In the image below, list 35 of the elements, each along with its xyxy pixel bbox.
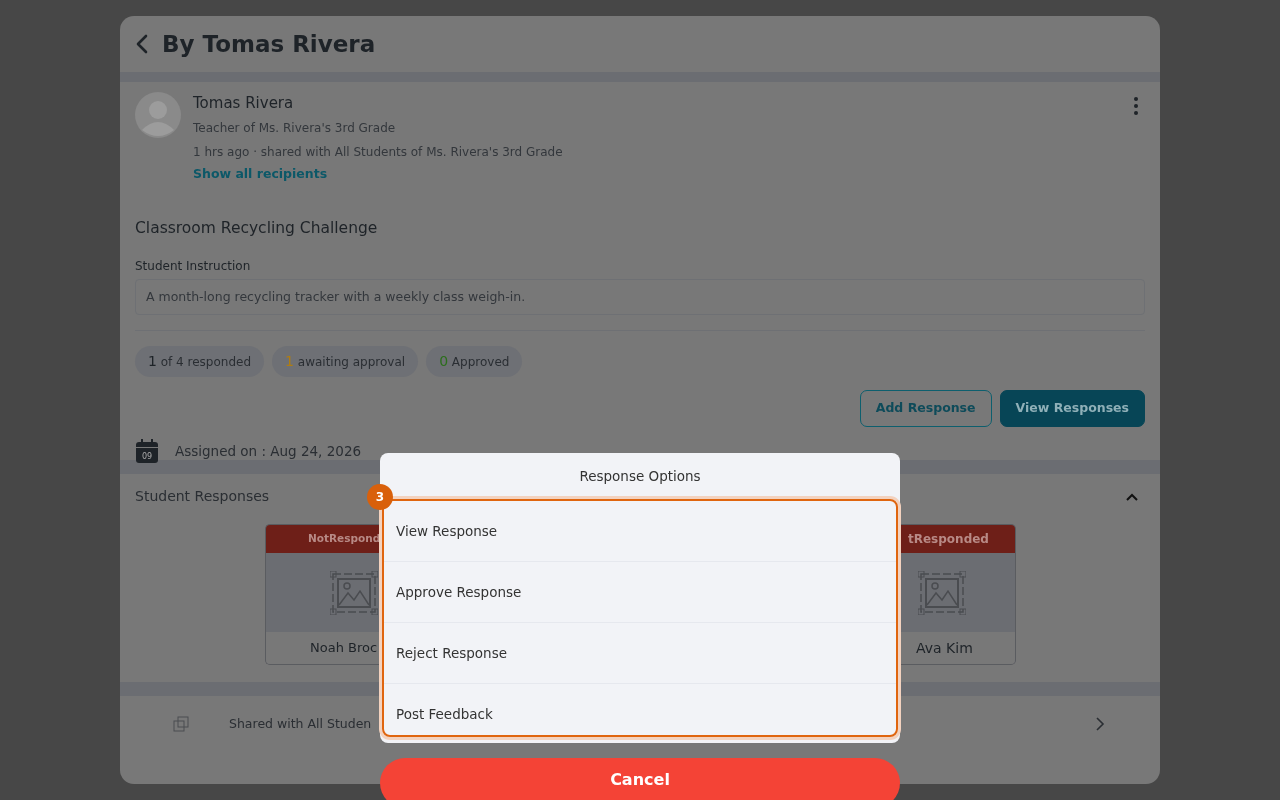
response-card[interactable]: tResponded Ava Kim <box>900 524 1016 665</box>
option-item[interactable]: Post Feedback <box>384 684 896 735</box>
chevron-right-icon[interactable] <box>1095 716 1105 732</box>
view-responses-button[interactable]: View Responses <box>999 390 1145 427</box>
shared-label[interactable]: Shared with All Studen <box>229 714 372 734</box>
author-name: Tomas Rivera <box>193 93 295 114</box>
instruction-label: Student Instruction <box>135 257 252 275</box>
section-title: Student Responses <box>135 487 270 506</box>
cancel-button[interactable]: Cancel <box>380 758 900 800</box>
post-meta: 1 hrs ago · shared with All Students of Ms. Rivera's 3rd Grade <box>193 143 563 161</box>
more-icon[interactable] <box>1133 96 1139 116</box>
dialog-title: By Tomas Rivera <box>162 29 376 59</box>
stat-pill: 1 awaiting approval <box>272 346 419 378</box>
sheet-title: Response Options <box>578 466 702 486</box>
copy-icon <box>173 716 189 732</box>
option-item[interactable]: Approve Response <box>384 562 896 623</box>
post-title: Classroom Recycling Challenge <box>135 218 379 240</box>
option-item[interactable]: View Response <box>384 501 896 562</box>
option-item[interactable]: Reject Response <box>384 623 896 684</box>
stat-pill: 1 of 4 responded <box>135 346 265 378</box>
instruction-field: A month-long recycling tracker with a weekly class weigh-in. <box>135 278 1145 316</box>
student-name: Ava Kim <box>900 632 1015 664</box>
image-placeholder-icon <box>918 570 966 615</box>
calendar-icon: 09 <box>135 439 159 463</box>
response-card[interactable]: NotRespond Noah Broc <box>265 524 381 665</box>
author-role: Teacher of Ms. Rivera's 3rd Grade <box>193 119 397 137</box>
status-label: tResponded <box>900 525 1015 553</box>
student-name: Noah Broc <box>266 632 381 664</box>
add-response-button[interactable]: Add Response <box>859 390 992 427</box>
back-icon[interactable] <box>134 33 150 55</box>
stat-pill: 0 Approved <box>426 346 523 378</box>
image-placeholder-icon <box>330 570 378 615</box>
avatar-icon <box>135 92 181 138</box>
assigned-date: Assigned on : Aug 24, 2026 <box>175 441 362 461</box>
status-label: NotRespond <box>266 525 381 553</box>
